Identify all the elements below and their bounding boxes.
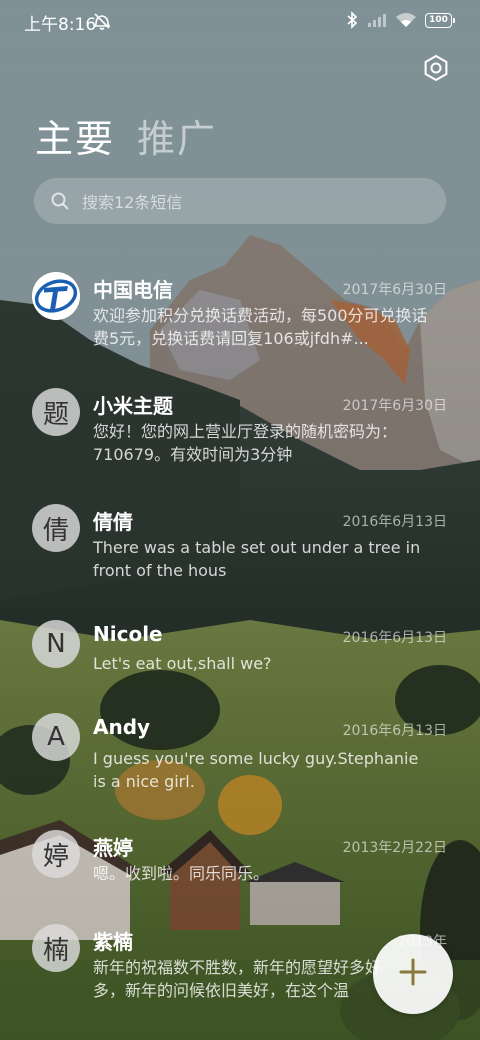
message-date: 2016年6月13日 xyxy=(342,630,447,646)
status-bar: 上午8:16 100 xyxy=(0,0,480,40)
message-preview: 您好！您的网上营业厅登录的随机密码为：710679。有效时间为3分钟 xyxy=(93,422,398,464)
message-item[interactable]: 题 小米主题 2017年6月30日 您好！您的网上营业厅登录的随机密码为：710… xyxy=(0,386,480,496)
settings-icon[interactable] xyxy=(421,53,451,83)
tab-main[interactable]: 主要 xyxy=(35,108,115,163)
contact-name: 倩倩 xyxy=(93,510,133,534)
contact-name: 燕婷 xyxy=(93,836,133,860)
search-input[interactable]: 搜索12条短信 xyxy=(34,178,446,224)
message-preview: There was a table set out under a tree i… xyxy=(93,538,421,580)
contact-name: 紫楠 xyxy=(93,930,133,954)
tab-bar: 主要 推广 xyxy=(35,108,217,163)
message-date: 2016年6月13日 xyxy=(342,514,447,530)
contact-name: Andy xyxy=(93,715,151,739)
do-not-disturb-icon xyxy=(92,11,112,31)
avatar: 婷 xyxy=(32,830,80,878)
message-item[interactable]: 倩 倩倩 2016年6月13日 There was a table set ou… xyxy=(0,502,480,612)
avatar: 楠 xyxy=(32,924,80,972)
signal-icon xyxy=(367,12,387,28)
message-item[interactable]: N Nicole 2016年6月13日 Let's eat out,shall … xyxy=(0,618,480,708)
message-date: 2017年6月30日 xyxy=(342,398,447,414)
contact-name: 小米主题 xyxy=(93,394,173,418)
message-item[interactable]: A Andy 2016年6月13日 I guess you're some lu… xyxy=(0,711,480,821)
avatar: 倩 xyxy=(32,504,80,552)
compose-button[interactable] xyxy=(373,934,453,1014)
avatar: 题 xyxy=(32,388,80,436)
message-item[interactable]: 婷 燕婷 2013年2月22日 嗯。收到啦。同乐同乐。 xyxy=(0,828,480,918)
contact-name: Nicole xyxy=(93,622,163,646)
tab-promotions[interactable]: 推广 xyxy=(137,108,217,163)
message-preview: 新年的祝福数不胜数，新年的愿望好多好多，新年的问候依旧美好，在这个温 xyxy=(93,958,382,1000)
message-preview: Let's eat out,shall we? xyxy=(93,654,272,673)
search-icon xyxy=(50,191,70,211)
message-date: 2013年2月22日 xyxy=(342,840,447,856)
messaging-app: 上午8:16 100 主要 推广 搜索12条短信 中国电信 2017年6月30日… xyxy=(0,0,480,1040)
plus-icon xyxy=(398,957,428,991)
search-placeholder: 搜索12条短信 xyxy=(82,193,183,212)
message-date: 2017年6月30日 xyxy=(342,282,447,298)
contact-name: 中国电信 xyxy=(93,278,173,302)
avatar: N xyxy=(32,620,80,668)
message-date: 2016年6月13日 xyxy=(342,723,447,739)
china-telecom-logo-icon xyxy=(32,272,80,320)
status-time: 上午8:16 xyxy=(24,15,97,35)
message-item[interactable]: 中国电信 2017年6月30日 欢迎参加积分兑换话费活动，每500分可兑换话费5… xyxy=(0,270,480,380)
battery-indicator: 100 xyxy=(425,12,455,28)
message-preview: 嗯。收到啦。同乐同乐。 xyxy=(93,864,270,883)
avatar: A xyxy=(32,713,80,761)
message-preview: 欢迎参加积分兑换话费活动，每500分可兑换话费5元，兑换话费请回复106或jfd… xyxy=(93,306,428,348)
bluetooth-icon xyxy=(345,11,359,29)
message-preview: I guess you're some lucky guy.Stephanie … xyxy=(93,749,419,791)
wifi-icon xyxy=(395,12,417,28)
status-icons: 100 xyxy=(345,11,455,29)
